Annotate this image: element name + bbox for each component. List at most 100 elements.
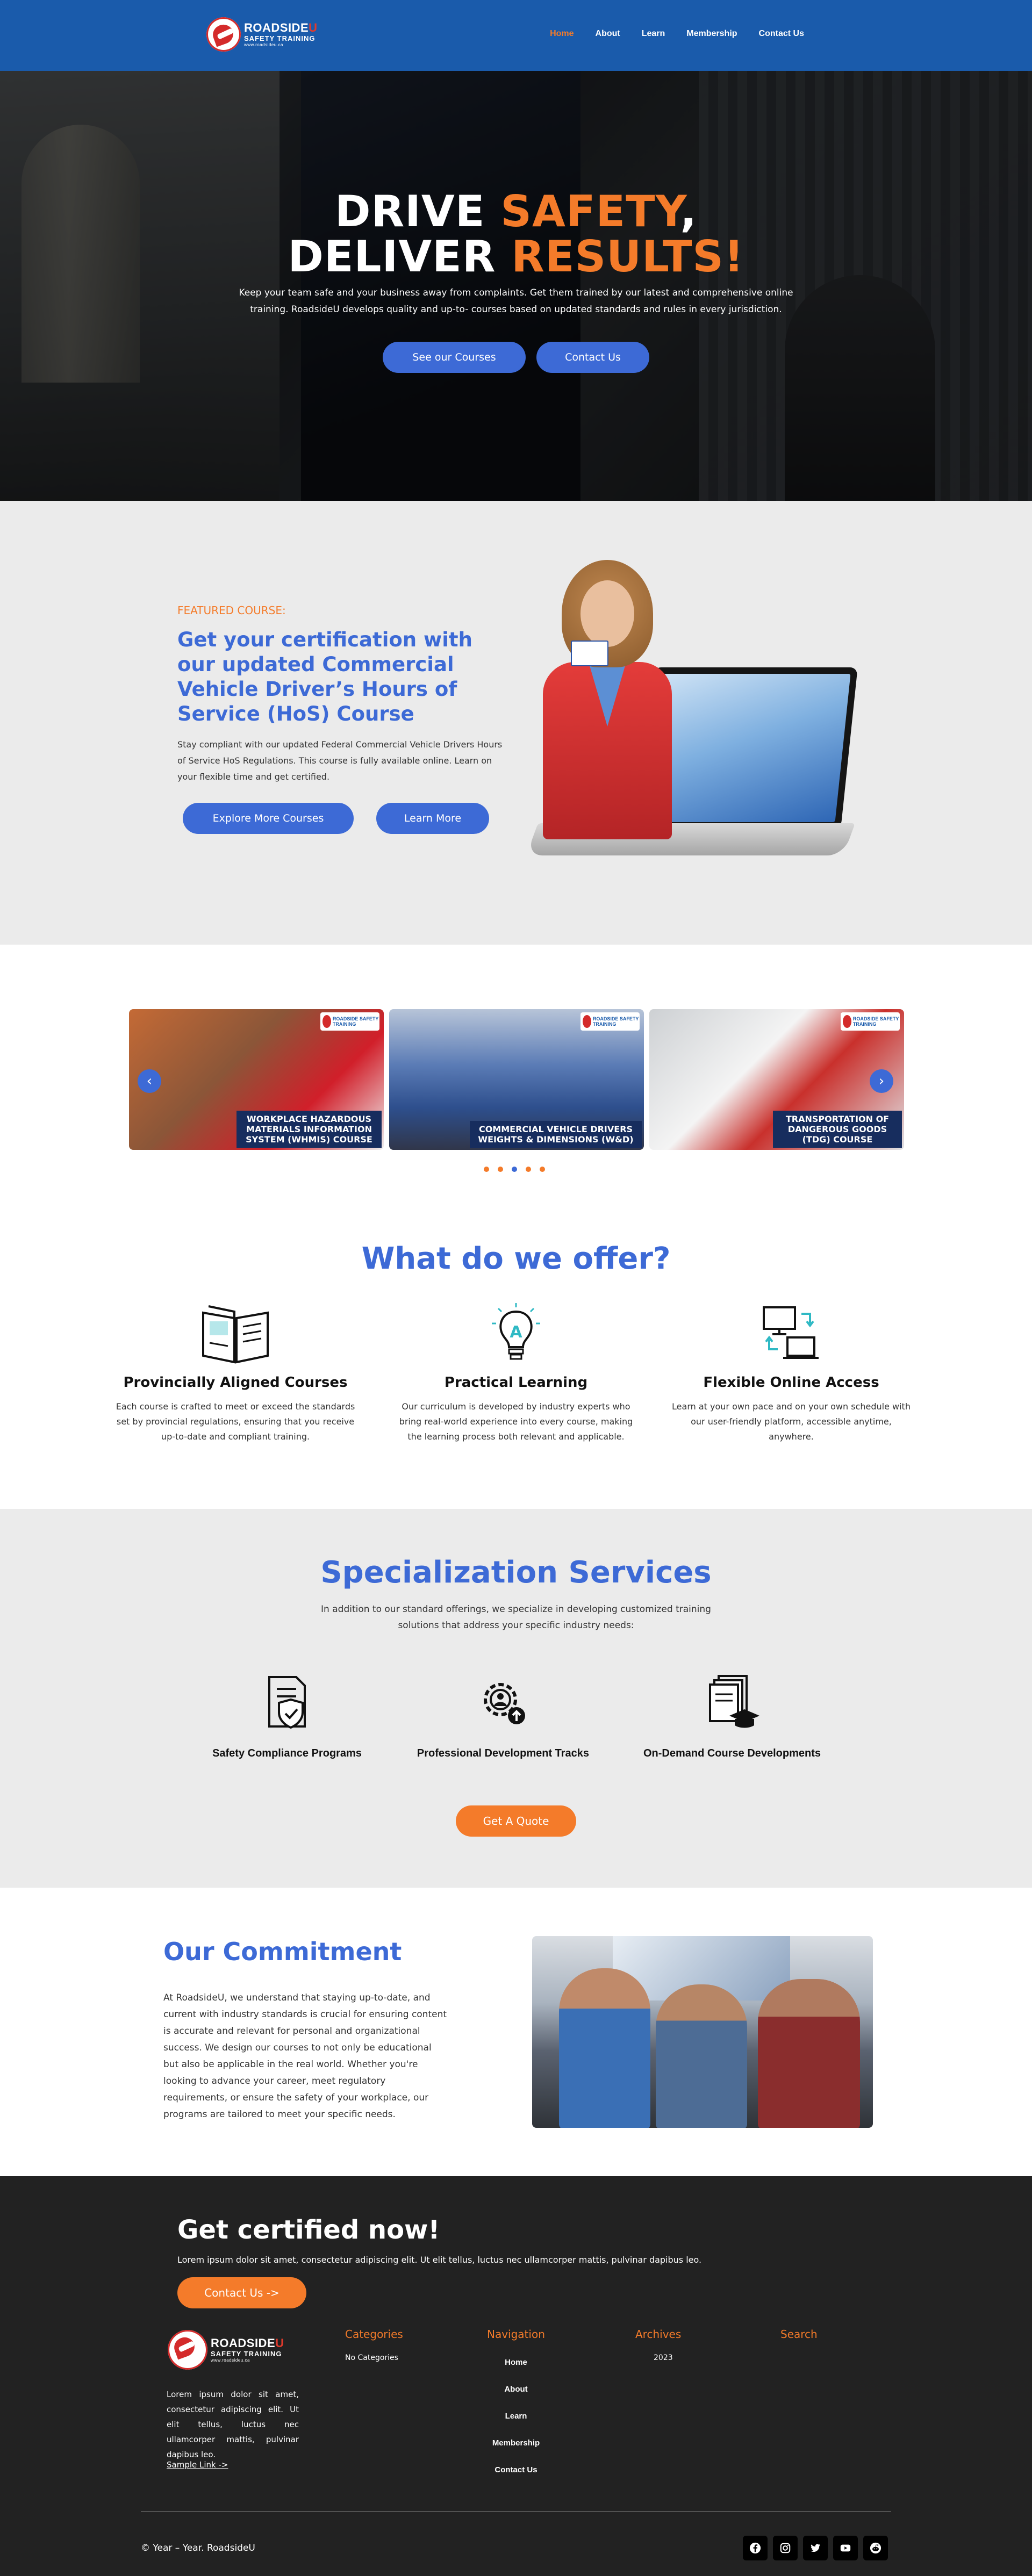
carousel-dot[interactable] [526, 1167, 531, 1172]
logo-name: ROADSIDE [211, 2336, 276, 2350]
youtube-icon[interactable] [833, 2536, 858, 2560]
devices-sync-icon [668, 1299, 915, 1369]
hero-title-drive: DRIVE [335, 186, 501, 236]
offer-item-title: Provincially Aligned Courses [123, 1375, 348, 1391]
footer-about-text: Lorem ipsum dolor sit amet, consectetur … [167, 2390, 299, 2459]
woman-with-card-image [538, 560, 677, 839]
specialization-section: Specialization Services In addition to o… [0, 1509, 1032, 1888]
cta-text: Lorem ipsum dolor sit amet, consectetur … [177, 2255, 702, 2265]
explore-courses-button[interactable]: Explore More Courses [183, 803, 354, 834]
offer-title: What do we offer? [361, 1241, 671, 1276]
offer-item: Provincially Aligned Courses Each course… [112, 1299, 359, 1444]
footer-logo[interactable]: ROADSIDEU SAFETY TRAINING www.roadsideu.… [168, 2330, 284, 2370]
hero-title-comma: , [680, 186, 697, 236]
offer-item: Flexible Online Access Learn at your own… [668, 1299, 915, 1444]
spec-item: Professional Development Tracks [396, 1670, 611, 1760]
carousel-dot-active[interactable] [512, 1167, 517, 1172]
spec-item: On-Demand Course Developments [625, 1670, 840, 1760]
site-header: ROADSIDEU SAFETY TRAINING www.roadsideu.… [0, 0, 1032, 71]
commitment-title: Our Commitment [163, 1937, 402, 1966]
offer-item-text: Learn at your own pace and on your own s… [672, 1401, 911, 1442]
carousel-dot[interactable] [540, 1167, 545, 1172]
logo-name: ROADSIDE [244, 20, 309, 34]
nav-contact[interactable]: Contact Us [759, 29, 804, 39]
contact-us-button[interactable]: Contact Us [536, 342, 649, 373]
svg-text:A: A [510, 1323, 522, 1342]
footer-contact-button[interactable]: Contact Us -> [177, 2277, 306, 2308]
learn-more-button[interactable]: Learn More [376, 803, 489, 834]
carousel-slide[interactable]: ROADSIDE SAFETY TRAINING COMMERCIAL VEHI… [389, 1009, 644, 1150]
site-logo[interactable]: ROADSIDEU SAFETY TRAINING www.roadsideu.… [206, 17, 318, 52]
slide-caption: COMMERCIAL VEHICLE DRIVERS WEIGHTS & DIM… [470, 1121, 642, 1148]
footer-archives-title: Archives [635, 2328, 682, 2341]
footer-navigation-title: Navigation [487, 2328, 545, 2341]
carousel-next-button[interactable]: › [870, 1069, 893, 1093]
hero-title: DRIVE SAFETY, DELIVER RESULTS! [0, 189, 1032, 279]
carousel-slide[interactable]: ROADSIDE SAFETY TRAINING TRANSPORTATION … [649, 1009, 904, 1150]
carousel-dot[interactable] [498, 1167, 503, 1172]
spec-item-title: Safety Compliance Programs [212, 1747, 362, 1759]
facebook-icon[interactable] [743, 2536, 768, 2560]
slide-caption: TRANSPORTATION OF DANGEROUS GOODS (TDG) … [773, 1111, 902, 1148]
reddit-icon[interactable] [863, 2536, 888, 2560]
commitment-image [532, 1936, 873, 2128]
offer-item-text: Our curriculum is developed by industry … [399, 1401, 633, 1442]
hero-title-results: RESULTS! [511, 232, 744, 282]
slide-caption: WORKPLACE HAZARDOUS MATERIALS INFORMATIO… [236, 1111, 382, 1148]
footer-nav-membership[interactable]: Membership [473, 2438, 559, 2448]
logo-name-accent: U [275, 2336, 284, 2350]
footer-nav-about[interactable]: About [473, 2385, 559, 2394]
footer-archive-2023[interactable]: 2023 [654, 2354, 673, 2362]
twitter-icon[interactable] [803, 2536, 828, 2560]
carousel-dots [484, 1167, 545, 1172]
nav-about[interactable]: About [596, 29, 620, 39]
footer-no-categories: No Categories [345, 2354, 398, 2362]
footer-divider [141, 2511, 891, 2512]
get-quote-button[interactable]: Get A Quote [456, 1805, 576, 1837]
footer-nav-home[interactable]: Home [473, 2358, 559, 2367]
offer-item-title: Practical Learning [444, 1375, 588, 1391]
spec-item: Safety Compliance Programs [180, 1670, 395, 1760]
offer-item: A Practical Learning Our curriculum is d… [392, 1299, 640, 1444]
course-carousel: ROADSIDE SAFETY TRAINING WORKPLACE HAZAR… [0, 945, 1032, 1219]
carousel-dot[interactable] [484, 1167, 489, 1172]
social-links [743, 2536, 888, 2560]
nav-membership[interactable]: Membership [686, 29, 737, 39]
footer-sample-link[interactable]: Sample Link -> [167, 2460, 228, 2470]
logo-name-accent: U [309, 20, 318, 34]
hero-section: DRIVE SAFETY, DELIVER RESULTS! Keep your… [0, 71, 1032, 501]
copyright-text: © Year – Year. RoadsideU [141, 2543, 255, 2553]
gear-user-icon [396, 1670, 611, 1735]
commitment-section: Our Commitment At RoadsideU, we understa… [0, 1888, 1032, 2176]
book-icon [112, 1299, 359, 1369]
shield-document-icon [180, 1670, 395, 1735]
hero-title-deliver: DELIVER [288, 232, 512, 282]
logo-icon [206, 17, 241, 52]
slide-logo: ROADSIDE SAFETY TRAINING [580, 1012, 640, 1031]
see-courses-button[interactable]: See our Courses [383, 342, 526, 373]
lightbulb-icon: A [392, 1299, 640, 1369]
site-footer: Get certified now! Lorem ipsum dolor sit… [0, 2176, 1032, 2576]
carousel-slide[interactable]: ROADSIDE SAFETY TRAINING WORKPLACE HAZAR… [129, 1009, 384, 1150]
cta-title: Get certified now! [177, 2215, 440, 2245]
offer-section: What do we offer? Provincially Aligned C… [0, 1219, 1032, 1509]
instagram-icon[interactable] [773, 2536, 798, 2560]
logo-icon [168, 2330, 207, 2370]
offer-item-title: Flexible Online Access [703, 1375, 879, 1391]
slide-logo: ROADSIDE SAFETY TRAINING [320, 1012, 379, 1031]
certificate-card [571, 641, 608, 666]
main-nav: Home About Learn Membership Contact Us [550, 29, 804, 39]
specialization-text: In addition to our standard offerings, w… [321, 1604, 711, 1631]
featured-title: Get your certification with our updated … [177, 628, 472, 725]
footer-nav-learn[interactable]: Learn [473, 2412, 559, 2421]
logo-url: www.roadsideu.ca [211, 2357, 250, 2363]
logo-url: www.roadsideu.ca [244, 42, 283, 47]
footer-categories-title: Categories [345, 2328, 403, 2341]
featured-image [526, 560, 858, 872]
nav-home[interactable]: Home [550, 29, 574, 39]
footer-nav-contact[interactable]: Contact Us [473, 2465, 559, 2474]
carousel-prev-button[interactable]: ‹ [138, 1069, 161, 1093]
nav-learn[interactable]: Learn [642, 29, 665, 39]
hero-title-safety: SAFETY [500, 186, 680, 236]
featured-text: Stay compliant with our updated Federal … [177, 739, 503, 782]
